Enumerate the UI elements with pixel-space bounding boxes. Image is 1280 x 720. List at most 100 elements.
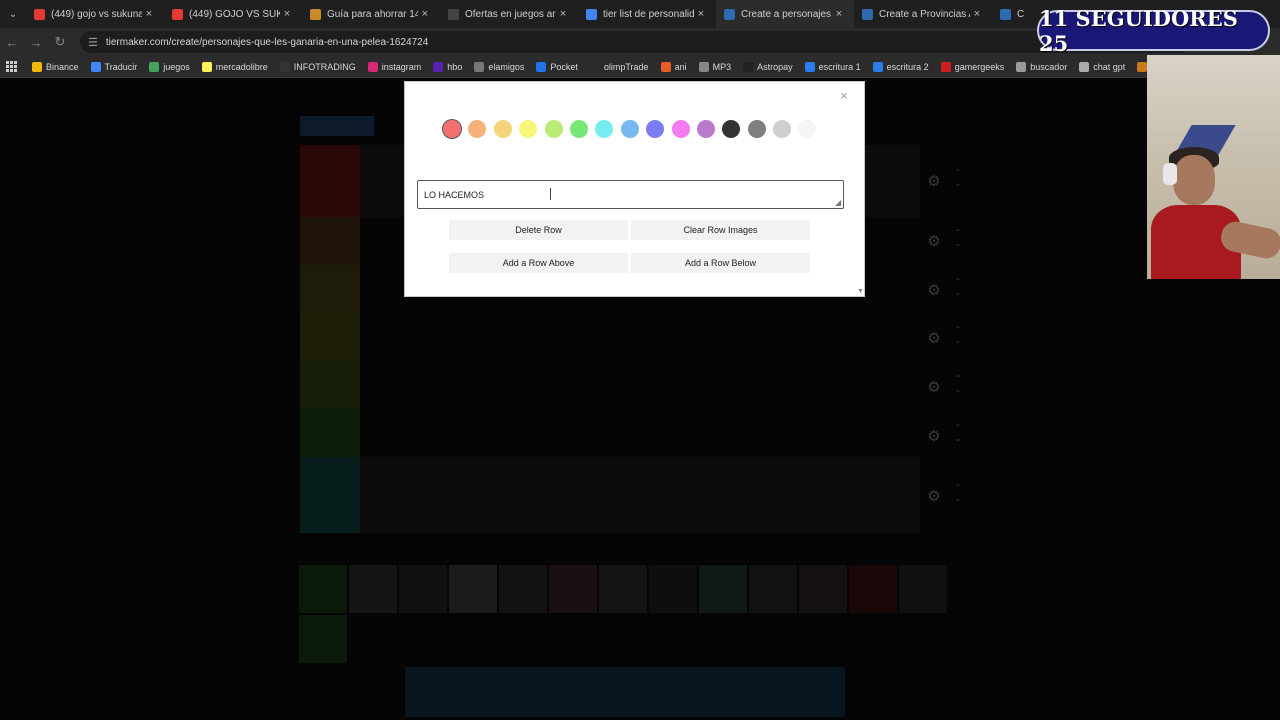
browser-tab[interactable]: (449) gojo vs sukuna - Yo× bbox=[26, 0, 164, 28]
tab-close-icon[interactable]: × bbox=[556, 8, 570, 20]
bookmark-item[interactable]: escritura 2 bbox=[872, 61, 929, 72]
bookmark-item[interactable]: instagram bbox=[367, 61, 421, 72]
pool-image[interactable] bbox=[749, 565, 797, 613]
url-text: tiermaker.com/create/personajes-que-les-… bbox=[105, 36, 429, 48]
close-icon[interactable]: × bbox=[837, 89, 851, 103]
tab-close-icon[interactable]: × bbox=[694, 8, 708, 20]
row-move-arrows-icon[interactable]: ⌃ ⌄ bbox=[952, 167, 964, 189]
browser-tab[interactable]: tier list de personalidade× bbox=[578, 0, 716, 28]
color-swatch[interactable] bbox=[519, 120, 538, 138]
bookmark-item[interactable]: Traducir bbox=[90, 61, 137, 72]
browser-tab[interactable]: Create bbox=[992, 0, 1032, 28]
row-move-arrows-icon[interactable]: ⌃ ⌄ bbox=[952, 276, 964, 298]
row-settings-gear-icon[interactable]: ⚙ bbox=[926, 489, 942, 505]
bookmark-item[interactable]: Binance bbox=[32, 61, 79, 72]
url-field[interactable]: ☰ tiermaker.com/create/personajes-que-le… bbox=[80, 31, 1190, 53]
bookmark-item[interactable]: chat gpt bbox=[1079, 61, 1125, 72]
pool-image[interactable] bbox=[349, 565, 397, 613]
add-row-above-button[interactable]: Add a Row Above bbox=[449, 253, 628, 273]
bookmark-item[interactable]: hbo bbox=[433, 61, 463, 72]
pool-image[interactable] bbox=[499, 565, 547, 613]
row-settings-gear-icon[interactable]: ⚙ bbox=[926, 429, 942, 445]
bookmark-item[interactable]: mercadolibre bbox=[201, 61, 268, 72]
tab-favicon-icon bbox=[310, 8, 321, 20]
pool-image[interactable] bbox=[699, 565, 747, 613]
row-move-arrows-icon[interactable]: ⌃ ⌄ bbox=[952, 422, 964, 444]
tab-close-icon[interactable]: × bbox=[142, 8, 156, 20]
color-swatch[interactable] bbox=[773, 120, 792, 138]
bookmark-label: hbo bbox=[447, 61, 463, 72]
tab-close-icon[interactable]: × bbox=[418, 8, 432, 20]
color-swatch[interactable] bbox=[747, 120, 766, 138]
color-swatch[interactable] bbox=[569, 120, 588, 138]
bookmark-item[interactable]: Pocket bbox=[536, 61, 578, 72]
color-swatch[interactable] bbox=[620, 120, 639, 138]
clear-row-images-button[interactable]: Clear Row Images bbox=[631, 220, 810, 240]
bookmark-item[interactable]: gamergeeks bbox=[940, 61, 1004, 72]
tab-title: Create a Provincias Argen bbox=[879, 8, 970, 20]
tab-search-chevron-icon[interactable]: ⌄ bbox=[0, 0, 26, 28]
row-move-arrows-icon[interactable]: ⌃ ⌄ bbox=[952, 482, 964, 504]
pool-image[interactable] bbox=[299, 615, 347, 663]
browser-tab[interactable]: Create a personajes que l× bbox=[716, 0, 854, 28]
row-move-arrows-icon[interactable]: ⌃ ⌄ bbox=[952, 227, 964, 249]
bookmark-item[interactable]: escritura 1 bbox=[804, 61, 861, 72]
bookmark-favicon-icon bbox=[201, 61, 212, 72]
browser-tab[interactable]: Create a Provincias Argen× bbox=[854, 0, 992, 28]
color-swatch[interactable] bbox=[493, 120, 512, 138]
color-swatch[interactable] bbox=[798, 120, 817, 138]
reload-icon[interactable]: ↻ bbox=[48, 28, 72, 56]
row-move-arrows-icon[interactable]: ⌃ ⌄ bbox=[952, 373, 964, 395]
color-swatch[interactable] bbox=[671, 120, 690, 138]
row-move-arrows-icon[interactable]: ⌃ ⌄ bbox=[952, 324, 964, 346]
bookmark-item[interactable]: juegos bbox=[149, 61, 190, 72]
pool-image[interactable] bbox=[549, 565, 597, 613]
scroll-down-arrow-icon[interactable]: ▼ bbox=[857, 288, 864, 295]
row-label-input[interactable] bbox=[417, 180, 844, 209]
tab-close-icon[interactable]: × bbox=[832, 8, 846, 20]
pool-image[interactable] bbox=[849, 565, 897, 613]
follower-count-text: 11 SEGUIDORES 25 bbox=[1039, 5, 1238, 56]
color-swatch[interactable] bbox=[443, 120, 461, 138]
row-settings-gear-icon[interactable]: ⚙ bbox=[926, 174, 942, 190]
row-settings-gear-icon[interactable]: ⚙ bbox=[926, 234, 942, 250]
bookmark-item[interactable]: buscador bbox=[1016, 61, 1067, 72]
delete-row-button[interactable]: Delete Row bbox=[449, 220, 628, 240]
row-settings-gear-icon[interactable]: ⚙ bbox=[926, 331, 942, 347]
pool-image[interactable] bbox=[649, 565, 697, 613]
bookmark-item[interactable]: MP3 bbox=[698, 61, 731, 72]
color-swatch[interactable] bbox=[595, 120, 614, 138]
pool-image[interactable] bbox=[299, 565, 347, 613]
bookmark-item[interactable]: elamigos bbox=[474, 61, 524, 72]
pool-image[interactable] bbox=[399, 565, 447, 613]
color-swatch[interactable] bbox=[646, 120, 665, 138]
pool-image[interactable] bbox=[449, 565, 497, 613]
resize-grip-icon[interactable]: ◢ bbox=[835, 198, 841, 207]
tab-favicon-icon bbox=[724, 8, 735, 20]
bookmark-label: escritura 2 bbox=[886, 61, 929, 72]
site-info-icon[interactable]: ☰ bbox=[88, 36, 98, 49]
pool-image[interactable] bbox=[799, 565, 847, 613]
tab-close-icon[interactable]: × bbox=[970, 8, 984, 20]
bookmark-item[interactable]: Astropay bbox=[743, 61, 793, 72]
browser-tab[interactable]: (449) GOJO VS SUKUNA |× bbox=[164, 0, 302, 28]
row-settings-gear-icon[interactable]: ⚙ bbox=[926, 283, 942, 299]
bookmark-item[interactable]: ani bbox=[660, 61, 687, 72]
add-row-below-button[interactable]: Add a Row Below bbox=[631, 253, 810, 273]
apps-grid-icon[interactable] bbox=[6, 60, 18, 73]
color-swatch[interactable] bbox=[544, 120, 563, 138]
bookmark-item[interactable]: INFOTRADING bbox=[279, 61, 356, 72]
color-swatch[interactable] bbox=[468, 120, 487, 138]
pool-image[interactable] bbox=[899, 565, 947, 613]
browser-tab[interactable]: Ofertas en juegos argenti× bbox=[440, 0, 578, 28]
browser-tab[interactable]: Guía para ahorrar 14% en× bbox=[302, 0, 440, 28]
tab-favicon-icon bbox=[862, 8, 873, 20]
forward-icon[interactable]: → bbox=[24, 28, 48, 56]
color-swatch[interactable] bbox=[722, 120, 741, 138]
tab-close-icon[interactable]: × bbox=[280, 8, 294, 20]
back-icon[interactable]: ← bbox=[0, 28, 24, 56]
color-swatch[interactable] bbox=[696, 120, 715, 138]
row-settings-gear-icon[interactable]: ⚙ bbox=[926, 380, 942, 396]
pool-image[interactable] bbox=[599, 565, 647, 613]
bookmark-item[interactable]: olimpTrade bbox=[589, 61, 649, 72]
